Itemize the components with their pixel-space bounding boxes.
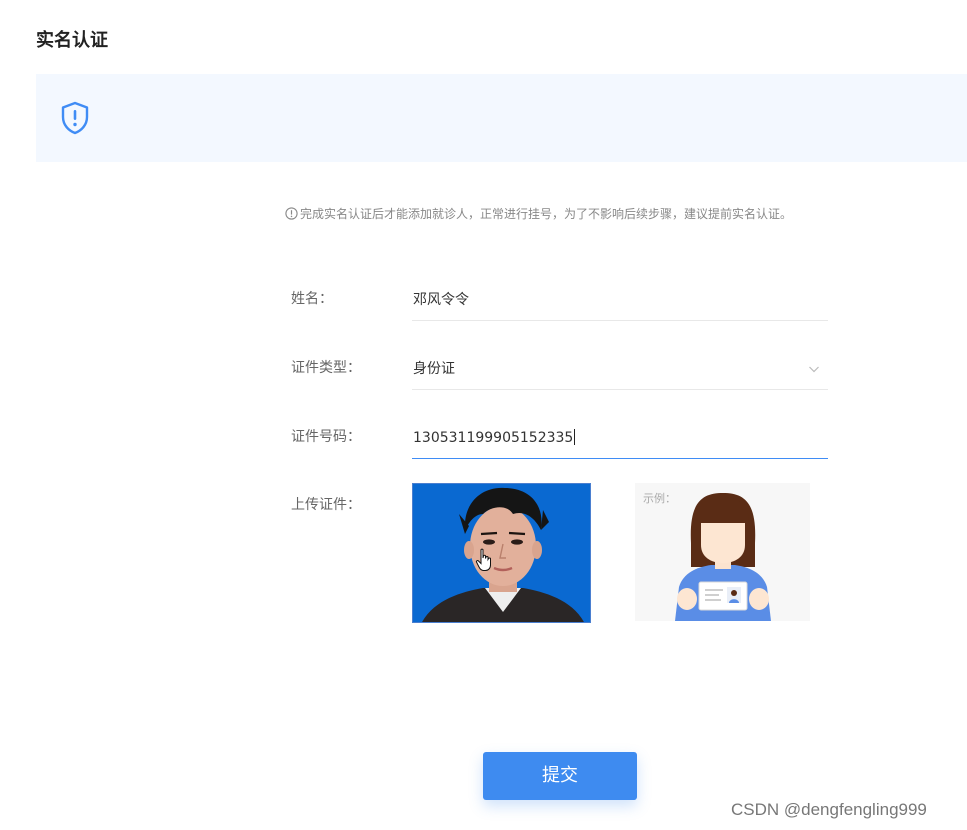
notice-text: 完成实名认证后才能添加就诊人，正常进行挂号，为了不影响后续步骤，建议提前实名认证… <box>300 207 793 221</box>
name-input[interactable]: 邓风令令 <box>412 279 828 321</box>
id-number-value: 130531199905152335 <box>413 430 574 446</box>
id-number-label: 证件号码： <box>291 429 361 445</box>
csdn-watermark: CSDN @dengfengling999 <box>731 800 927 819</box>
id-type-label: 证件类型： <box>291 360 361 376</box>
submit-button[interactable]: 提交 <box>483 752 637 800</box>
text-caret <box>574 429 576 445</box>
info-circle-icon <box>285 207 298 220</box>
chevron-down-icon <box>809 366 819 373</box>
name-value: 邓风令令 <box>413 292 469 308</box>
name-label: 姓名： <box>291 291 333 307</box>
hand-cursor-icon <box>475 548 491 571</box>
id-type-select[interactable]: 身份证 <box>412 348 828 390</box>
shield-exclamation-icon <box>61 101 89 135</box>
info-banner <box>36 74 967 162</box>
example-id-image: 示例： <box>635 483 810 621</box>
id-number-input[interactable]: 130531199905152335 <box>412 417 828 459</box>
upload-label: 上传证件： <box>291 497 361 513</box>
portrait-photo <box>413 484 590 622</box>
page-title: 实名认证 <box>36 30 108 51</box>
example-label: 示例： <box>643 492 676 505</box>
id-type-value: 身份证 <box>413 361 455 377</box>
real-name-auth-page: 实名认证 完成实名认证后才能添加就诊人，正常进行挂号，为了不影响后续步骤，建议提… <box>0 0 967 830</box>
uploaded-id-photo[interactable] <box>412 483 591 623</box>
auth-notice: 完成实名认证后才能添加就诊人，正常进行挂号，为了不影响后续步骤，建议提前实名认证… <box>285 205 792 223</box>
